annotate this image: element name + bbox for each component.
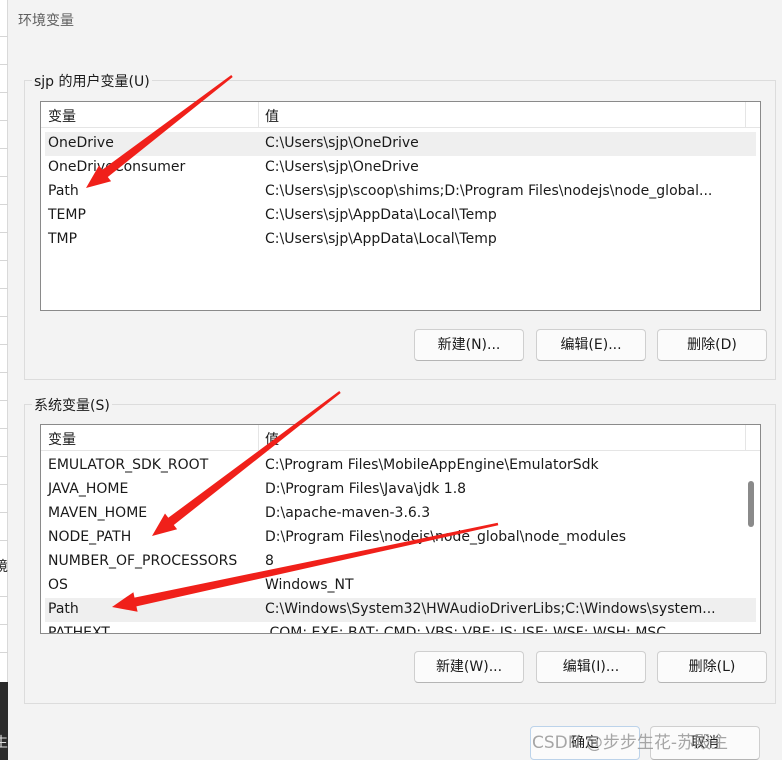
watermark: CSDN @步步生花-苏殿主 [532,733,729,753]
table-row[interactable]: TEMP C:\Users\sjp\AppData\Local\Temp [45,204,756,228]
variable-value: C:\Users\sjp\scoop\shims;D:\Program File… [265,183,713,199]
table-row[interactable]: TMP C:\Users\sjp\AppData\Local\Temp [45,228,756,252]
system-variables-label: 系统变量(S) [32,395,112,415]
system-delete-button[interactable]: 删除(L) [657,651,767,683]
variable-value: C:\Program Files\MobileAppEngine\Emulato… [265,457,599,473]
window-title: 环境变量 [18,13,74,29]
table-row[interactable]: OneDriveConsumer C:\Users\sjp\OneDrive [45,156,756,180]
user-variables-label: sjp 的用户变量(U) [32,71,152,91]
column-divider[interactable] [258,102,259,128]
system-variables-list[interactable]: 变量 值 EMULATOR_SDK_ROOT C:\Program Files\M… [40,424,761,634]
variable-name: TEMP [48,207,86,223]
variable-value: .COM;.EXE;.BAT;.CMD;.VBS;.VBE;.JS;.JSE;.… [265,625,667,634]
column-header-value[interactable]: 值 [265,106,279,126]
background-window-strip: 境 [0,0,8,760]
variable-name: PATHEXT [48,625,110,634]
vertical-scrollbar[interactable] [748,481,754,527]
user-edit-button[interactable]: 编辑(E)... [536,329,646,361]
variable-name: OneDrive [48,135,114,151]
user-delete-button[interactable]: 删除(D) [657,329,767,361]
table-row[interactable]: NUMBER_OF_PROCESSORS 8 [45,550,756,574]
list-header: 变量 值 [41,102,760,128]
column-header-name[interactable]: 变量 [48,429,76,449]
table-row[interactable]: PATHEXT .COM;.EXE;.BAT;.CMD;.VBS;.VBE;.JS… [45,622,756,634]
table-row[interactable]: JAVA_HOME D:\Program Files\Java\jdk 1.8 [45,478,756,502]
column-divider[interactable] [258,425,259,451]
user-new-button[interactable]: 新建(N)... [414,329,524,361]
variable-value: C:\Users\sjp\OneDrive [265,159,419,175]
background-text-fragment: 生 [0,735,8,751]
table-row[interactable]: Path C:\Users\sjp\scoop\shims;D:\Program … [45,180,756,204]
system-edit-button[interactable]: 编辑(I)... [536,651,646,683]
variable-name: NODE_PATH [48,529,132,545]
variable-value: C:\Windows\System32\HWAudioDriverLibs;C:… [265,601,716,617]
variable-value: C:\Users\sjp\AppData\Local\Temp [265,231,497,247]
variable-value: D:\Program Files\nodejs\node_global\node… [265,529,627,545]
variable-name: NUMBER_OF_PROCESSORS [48,553,238,569]
table-row[interactable]: EMULATOR_SDK_ROOT C:\Program Files\Mobile… [45,454,756,478]
variable-value: C:\Users\sjp\OneDrive [265,135,419,151]
table-row[interactable]: OneDrive C:\Users\sjp\OneDrive [45,132,756,156]
system-new-button[interactable]: 新建(W)... [414,651,524,683]
background-dark-area: 生 [0,682,8,760]
column-header-name[interactable]: 变量 [48,106,76,126]
user-variables-list[interactable]: 变量 值 OneDrive C:\Users\sjp\OneDrive OneDr… [40,101,761,311]
table-row[interactable]: Path C:\Windows\System32\HWAudioDriverLib… [45,598,756,622]
variable-name: OneDriveConsumer [48,159,186,175]
list-header: 变量 值 [41,425,760,451]
table-row[interactable]: OS Windows_NT [45,574,756,598]
variable-name: EMULATOR_SDK_ROOT [48,457,209,473]
variable-name: MAVEN_HOME [48,505,148,521]
variable-name: Path [48,601,79,617]
variable-value: D:\apache-maven-3.6.3 [265,505,431,521]
column-divider[interactable] [745,102,746,128]
variable-value: C:\Users\sjp\AppData\Local\Temp [265,207,497,223]
variable-name: Path [48,183,79,199]
variable-value: 8 [265,553,274,569]
variable-value: D:\Program Files\Java\jdk 1.8 [265,481,467,497]
variable-name: TMP [48,231,78,247]
column-divider[interactable] [745,425,746,451]
variable-name: JAVA_HOME [48,481,129,497]
background-text-fragment: 境 [0,559,8,575]
table-row[interactable]: NODE_PATH D:\Program Files\nodejs\node_gl… [45,526,756,550]
environment-variables-dialog: 环境变量 sjp 的用户变量(U) 变量 值 OneDrive C:\Users\… [8,0,782,760]
table-row[interactable]: MAVEN_HOME D:\apache-maven-3.6.3 [45,502,756,526]
variable-name: OS [48,577,68,593]
column-header-value[interactable]: 值 [265,429,279,449]
variable-value: Windows_NT [265,577,354,593]
